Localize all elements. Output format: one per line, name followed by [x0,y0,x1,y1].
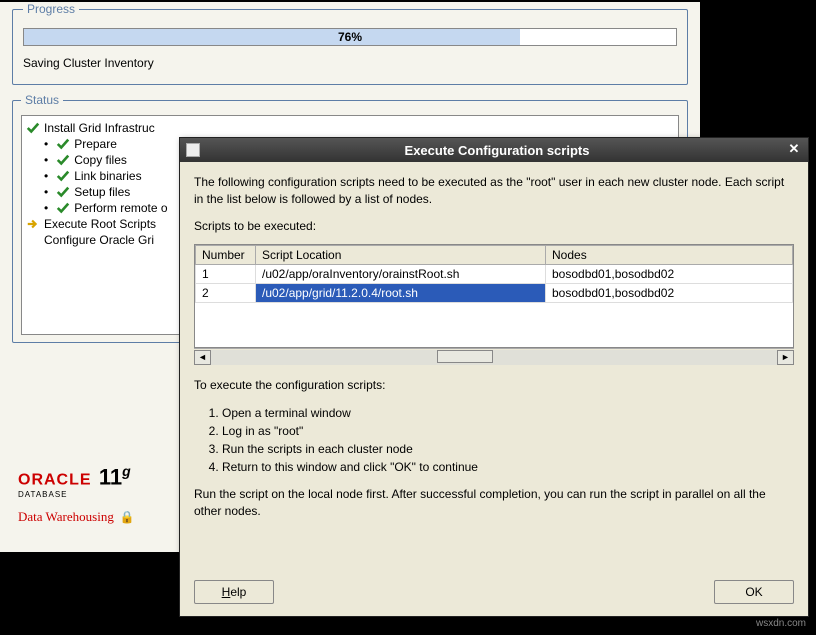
logo-database: DATABASE [18,490,135,499]
scripts-label: Scripts to be executed: [194,218,794,235]
check-icon [56,137,70,151]
scroll-thumb[interactable] [437,350,493,363]
cell-nodes[interactable]: bosodbd01,bosodbd02 [546,265,793,284]
blank-icon [26,233,40,247]
logo-brand: ORACLE [18,471,92,488]
instruction-steps: Open a terminal windowLog in as "root"Ru… [222,404,794,476]
ok-button[interactable]: OK [714,580,794,604]
logo-version: 11g [99,463,131,490]
instruction-step: Open a terminal window [222,404,794,422]
table-row[interactable]: 2/u02/app/grid/11.2.0.4/root.shbosodbd01… [196,284,793,303]
status-item-label: Link binaries [74,169,141,183]
status-item-label: Execute Root Scripts [44,217,156,231]
scroll-track[interactable] [211,350,777,365]
instructions-lead: To execute the configuration scripts: [194,377,794,394]
instruction-step: Return to this window and click "OK" to … [222,458,794,476]
status-item-label: Install Grid Infrastruc [44,121,155,135]
horizontal-scrollbar[interactable]: ◄ ► [194,348,794,365]
dialog-intro: The following configuration scripts need… [194,174,794,208]
col-number[interactable]: Number [196,246,256,265]
check-icon [56,201,70,215]
status-legend: Status [21,93,63,107]
progress-legend: Progress [23,2,79,16]
check-icon [56,185,70,199]
arrow-right-icon [26,217,40,231]
dialog-body: The following configuration scripts need… [180,162,808,542]
check-icon [56,153,70,167]
status-item-label: Prepare [74,137,117,151]
table-header-row: Number Script Location Nodes [196,246,793,265]
status-item-label: Configure Oracle Gri [44,233,154,247]
status-item-label: Setup files [74,185,130,199]
close-icon[interactable]: ✕ [786,142,802,158]
dialog-footer: Help OK [194,580,794,604]
scroll-right-button[interactable]: ► [777,350,794,365]
dialog-footnote: Run the script on the local node first. … [194,486,794,520]
progress-bar: 76% [23,28,677,46]
lock-icon: 🔒 [120,510,135,525]
scripts-table-container: Number Script Location Nodes 1/u02/app/o… [194,244,794,348]
execute-scripts-dialog: Execute Configuration scripts ✕ The foll… [179,137,809,617]
logo-tagline: Data Warehousing 🔒 [18,509,135,525]
col-nodes[interactable]: Nodes [546,246,793,265]
scripts-table[interactable]: Number Script Location Nodes 1/u02/app/o… [195,245,793,303]
check-icon [56,169,70,183]
progress-group: Progress 76% Saving Cluster Inventory [12,2,688,85]
watermark: wsxdn.com [756,618,806,629]
help-label-rest: elp [230,585,246,599]
cell-location[interactable]: /u02/app/oraInventory/orainstRoot.sh [256,265,546,284]
instruction-step: Run the scripts in each cluster node [222,440,794,458]
cell-location[interactable]: /u02/app/grid/11.2.0.4/root.sh [256,284,546,303]
dialog-icon [186,143,200,157]
help-button[interactable]: Help [194,580,274,604]
status-item[interactable]: Install Grid Infrastruc [26,120,674,136]
col-location[interactable]: Script Location [256,246,546,265]
cell-number[interactable]: 2 [196,284,256,303]
scroll-left-button[interactable]: ◄ [194,350,211,365]
dialog-title: Execute Configuration scripts [208,143,786,158]
cell-nodes[interactable]: bosodbd01,bosodbd02 [546,284,793,303]
dialog-titlebar[interactable]: Execute Configuration scripts ✕ [180,138,808,162]
brand-logo: ORACLE 11g DATABASE Data Warehousing 🔒 [18,463,135,525]
status-item-label: Perform remote o [74,201,167,215]
status-item-label: Copy files [74,153,127,167]
progress-percent: 76% [24,30,676,44]
cell-number[interactable]: 1 [196,265,256,284]
table-row[interactable]: 1/u02/app/oraInventory/orainstRoot.shbos… [196,265,793,284]
check-icon [26,121,40,135]
progress-status-text: Saving Cluster Inventory [23,56,677,70]
instruction-step: Log in as "root" [222,422,794,440]
